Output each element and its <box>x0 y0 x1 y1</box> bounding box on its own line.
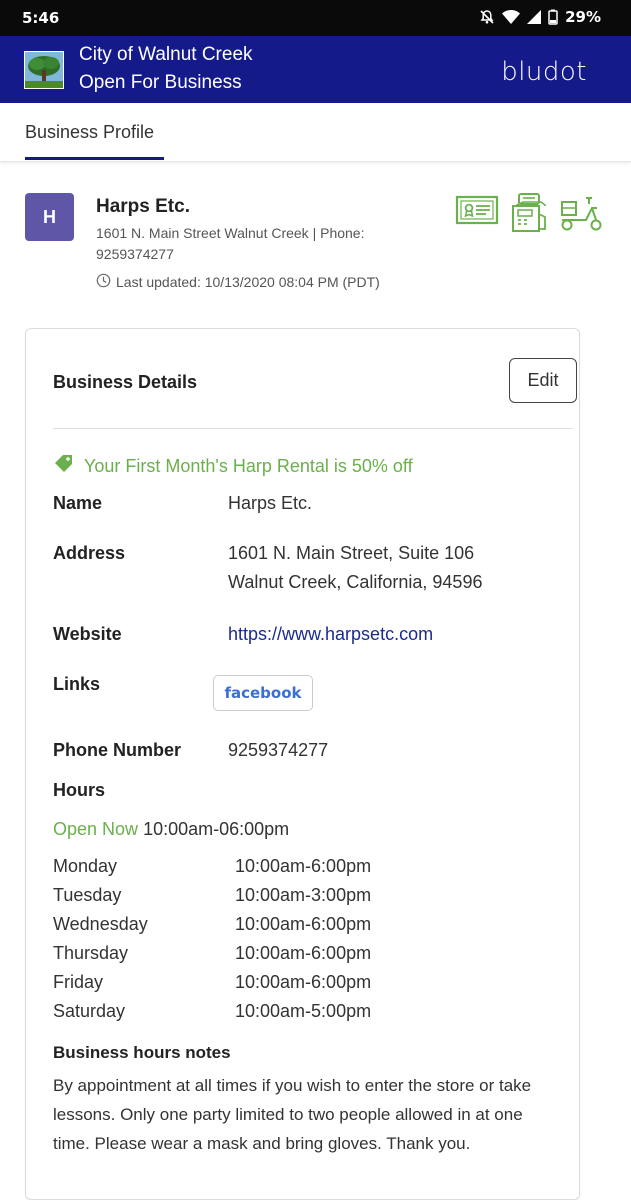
hours-row: Friday 10:00am-6:00pm <box>53 972 503 1001</box>
hours-day: Monday <box>53 856 118 876</box>
status-icons: 29% <box>479 8 601 26</box>
hours-time: 10:00am-6:00pm <box>235 943 372 963</box>
notifications-off-icon <box>479 9 495 25</box>
hours-row: Monday 10:00am-6:00pm <box>53 856 503 885</box>
business-details-card: Business Details Edit Your First Month's… <box>25 328 580 1200</box>
website-link[interactable]: https://www.harpsetc.com <box>228 620 433 649</box>
hours-row: Thursday 10:00am-6:00pm <box>53 943 503 972</box>
address-line2: Walnut Creek, California, 94596 <box>228 572 483 592</box>
tab-active-indicator <box>25 157 164 160</box>
hours-day: Saturday <box>53 1001 126 1021</box>
name-value: Harps Etc. <box>228 493 313 513</box>
hours-day: Thursday <box>53 943 129 963</box>
business-name: Harps Etc. <box>96 196 190 217</box>
bludot-logo: bludot <box>501 57 587 87</box>
last-updated-text: Last updated: 10/13/2020 08:04 PM (PDT) <box>116 274 380 290</box>
battery-icon <box>548 9 558 25</box>
delivery-scooter-icon[interactable] <box>559 192 605 234</box>
phone-label: Phone Number <box>53 740 182 760</box>
hours-time: 10:00am-6:00pm <box>235 972 372 992</box>
business-avatar: H <box>25 193 74 241</box>
website-label: Website <box>53 624 122 644</box>
tab-bar: Business Profile <box>0 103 631 162</box>
card-title: Business Details <box>53 372 198 392</box>
hours-notes-text: By appointment at all times if you wish … <box>53 1076 532 1153</box>
name-label: Name <box>53 493 103 513</box>
open-status: Open Now 10:00am-06:00pm <box>53 819 289 840</box>
city-tagline: Open For Business <box>79 72 242 93</box>
business-address-phone: 1601 N. Main Street Walnut Creek | Phone… <box>96 225 365 262</box>
phone-value[interactable]: 9259374277 <box>228 736 328 765</box>
battery-percent: 29% <box>565 8 601 26</box>
hours-notes-title: Business hours notes <box>53 1043 231 1062</box>
app-header: City of Walnut Creek Open For Business b… <box>0 36 631 103</box>
hours-row: Saturday 10:00am-5:00pm <box>53 1001 503 1030</box>
status-time: 5:46 <box>22 9 60 27</box>
address-line1: 1601 N. Main Street, Suite 106 <box>228 543 475 563</box>
hours-time: 10:00am-6:00pm <box>235 856 372 876</box>
edit-button[interactable]: Edit <box>509 358 577 403</box>
open-hours: 10:00am-06:00pm <box>143 819 290 839</box>
address-label: Address <box>53 543 126 563</box>
hours-time: 10:00am-5:00pm <box>235 1001 372 1021</box>
hours-label: Hours <box>53 780 106 800</box>
wifi-icon <box>502 10 521 24</box>
business-action-icons <box>455 192 605 234</box>
clock-icon <box>96 273 111 291</box>
links-label: Links <box>53 674 101 694</box>
hours-row: Wednesday 10:00am-6:00pm <box>53 914 503 943</box>
hours-day: Tuesday <box>53 885 122 905</box>
city-logo-icon <box>24 51 64 89</box>
tab-business-profile[interactable]: Business Profile <box>25 122 154 143</box>
hours-time: 10:00am-6:00pm <box>235 914 372 934</box>
hours-day: Wednesday <box>53 914 148 934</box>
signal-icon <box>527 10 542 24</box>
status-bar: 5:46 29% <box>0 0 631 36</box>
promo-text: Your First Month's Harp Rental is 50% of… <box>84 456 413 476</box>
city-name: City of Walnut Creek <box>79 44 253 65</box>
open-now-badge: Open Now <box>53 819 139 839</box>
facebook-link-button[interactable]: facebook <box>213 675 313 711</box>
certificate-icon[interactable] <box>455 192 499 234</box>
divider <box>53 428 573 429</box>
hours-table: Monday 10:00am-6:00pm Tuesday 10:00am-3:… <box>53 856 503 1030</box>
payment-terminal-icon[interactable] <box>509 192 549 234</box>
hours-row: Tuesday 10:00am-3:00pm <box>53 885 503 914</box>
last-updated: Last updated: 10/13/2020 08:04 PM (PDT) <box>96 273 380 291</box>
tag-icon <box>53 454 75 479</box>
hours-time: 10:00am-3:00pm <box>235 885 372 905</box>
hours-day: Friday <box>53 972 104 992</box>
promo-banner: Your First Month's Harp Rental is 50% of… <box>53 454 413 479</box>
